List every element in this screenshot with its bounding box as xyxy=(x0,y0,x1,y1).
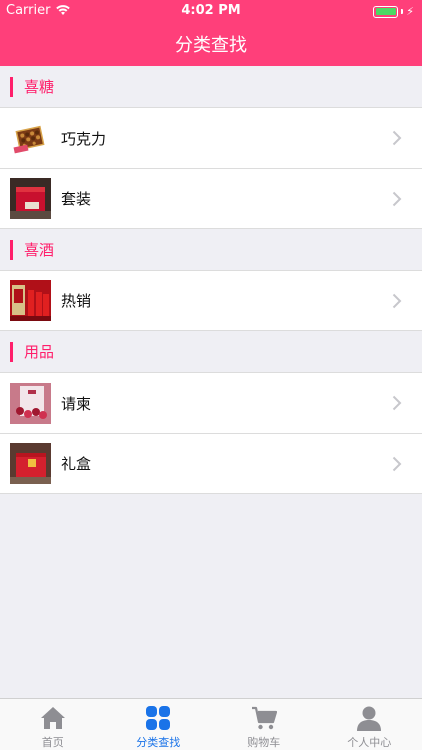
status-time: 4:02 PM xyxy=(181,3,241,18)
category-grid-icon xyxy=(146,706,171,730)
section-header-candy: 喜糖 xyxy=(0,66,422,107)
battery-indicator: ⚡ xyxy=(373,5,414,18)
tab-bar: 首页 分类查找 购物车 个人中心 xyxy=(0,698,422,750)
invitation-card-thumbnail xyxy=(10,382,51,424)
chevron-right-icon xyxy=(392,456,402,472)
section-group-wine: 热销 xyxy=(0,270,422,331)
section-group-candy: 巧克力 套装 xyxy=(0,107,422,229)
chocolate-box-thumbnail xyxy=(10,117,51,159)
status-bar: Carrier 4:02 PM ⚡ xyxy=(0,0,422,22)
charging-icon: ⚡ xyxy=(406,5,414,18)
gift-box-thumbnail xyxy=(10,443,51,484)
tab-home[interactable]: 首页 xyxy=(0,699,106,750)
list-item-chocolate[interactable]: 巧克力 xyxy=(0,107,422,168)
person-icon xyxy=(357,706,382,731)
tab-cart[interactable]: 购物车 xyxy=(211,699,317,750)
item-label: 请柬 xyxy=(61,394,92,413)
tab-label: 购物车 xyxy=(247,736,281,749)
tab-label: 首页 xyxy=(41,736,64,749)
section-title: 喜酒 xyxy=(24,241,55,259)
list-item-invitation[interactable]: 请柬 xyxy=(0,372,422,433)
list-item-hot-sale[interactable]: 热销 xyxy=(0,270,422,331)
home-icon xyxy=(40,707,65,729)
section-group-supplies: 请柬 礼盒 xyxy=(0,372,422,494)
section-title: 喜糖 xyxy=(24,78,55,96)
chevron-right-icon xyxy=(392,130,402,146)
section-accent-bar xyxy=(10,76,13,97)
section-header-wine: 喜酒 xyxy=(0,229,422,270)
section-accent-bar xyxy=(10,341,13,362)
section-header-supplies: 用品 xyxy=(0,331,422,372)
cart-icon xyxy=(251,706,277,730)
list-item-gift-set[interactable]: 套装 xyxy=(0,168,422,229)
item-label: 热销 xyxy=(61,292,92,310)
chevron-right-icon xyxy=(392,395,402,411)
item-label: 巧克力 xyxy=(61,129,107,148)
gift-set-thumbnail xyxy=(10,178,51,219)
item-label: 套装 xyxy=(61,190,92,208)
section-accent-bar xyxy=(10,239,13,260)
chevron-right-icon xyxy=(392,191,402,207)
wine-bottles-thumbnail xyxy=(10,280,51,321)
tab-label: 分类查找 xyxy=(136,736,181,749)
tab-category[interactable]: 分类查找 xyxy=(106,699,212,750)
battery-icon xyxy=(373,5,399,18)
item-label: 礼盒 xyxy=(61,455,92,473)
tab-label: 个人中心 xyxy=(347,736,392,749)
page-title: 分类查找 xyxy=(175,35,247,56)
navigation-header: Carrier 4:02 PM ⚡ 分类查找 xyxy=(0,0,422,66)
category-list: 喜糖 巧克力 套装 喜酒 热销 用品 请柬 礼盒 xyxy=(0,66,422,494)
list-item-gift-box[interactable]: 礼盒 xyxy=(0,433,422,494)
tab-profile[interactable]: 个人中心 xyxy=(317,699,422,750)
section-title: 用品 xyxy=(24,343,55,361)
chevron-right-icon xyxy=(392,293,402,309)
